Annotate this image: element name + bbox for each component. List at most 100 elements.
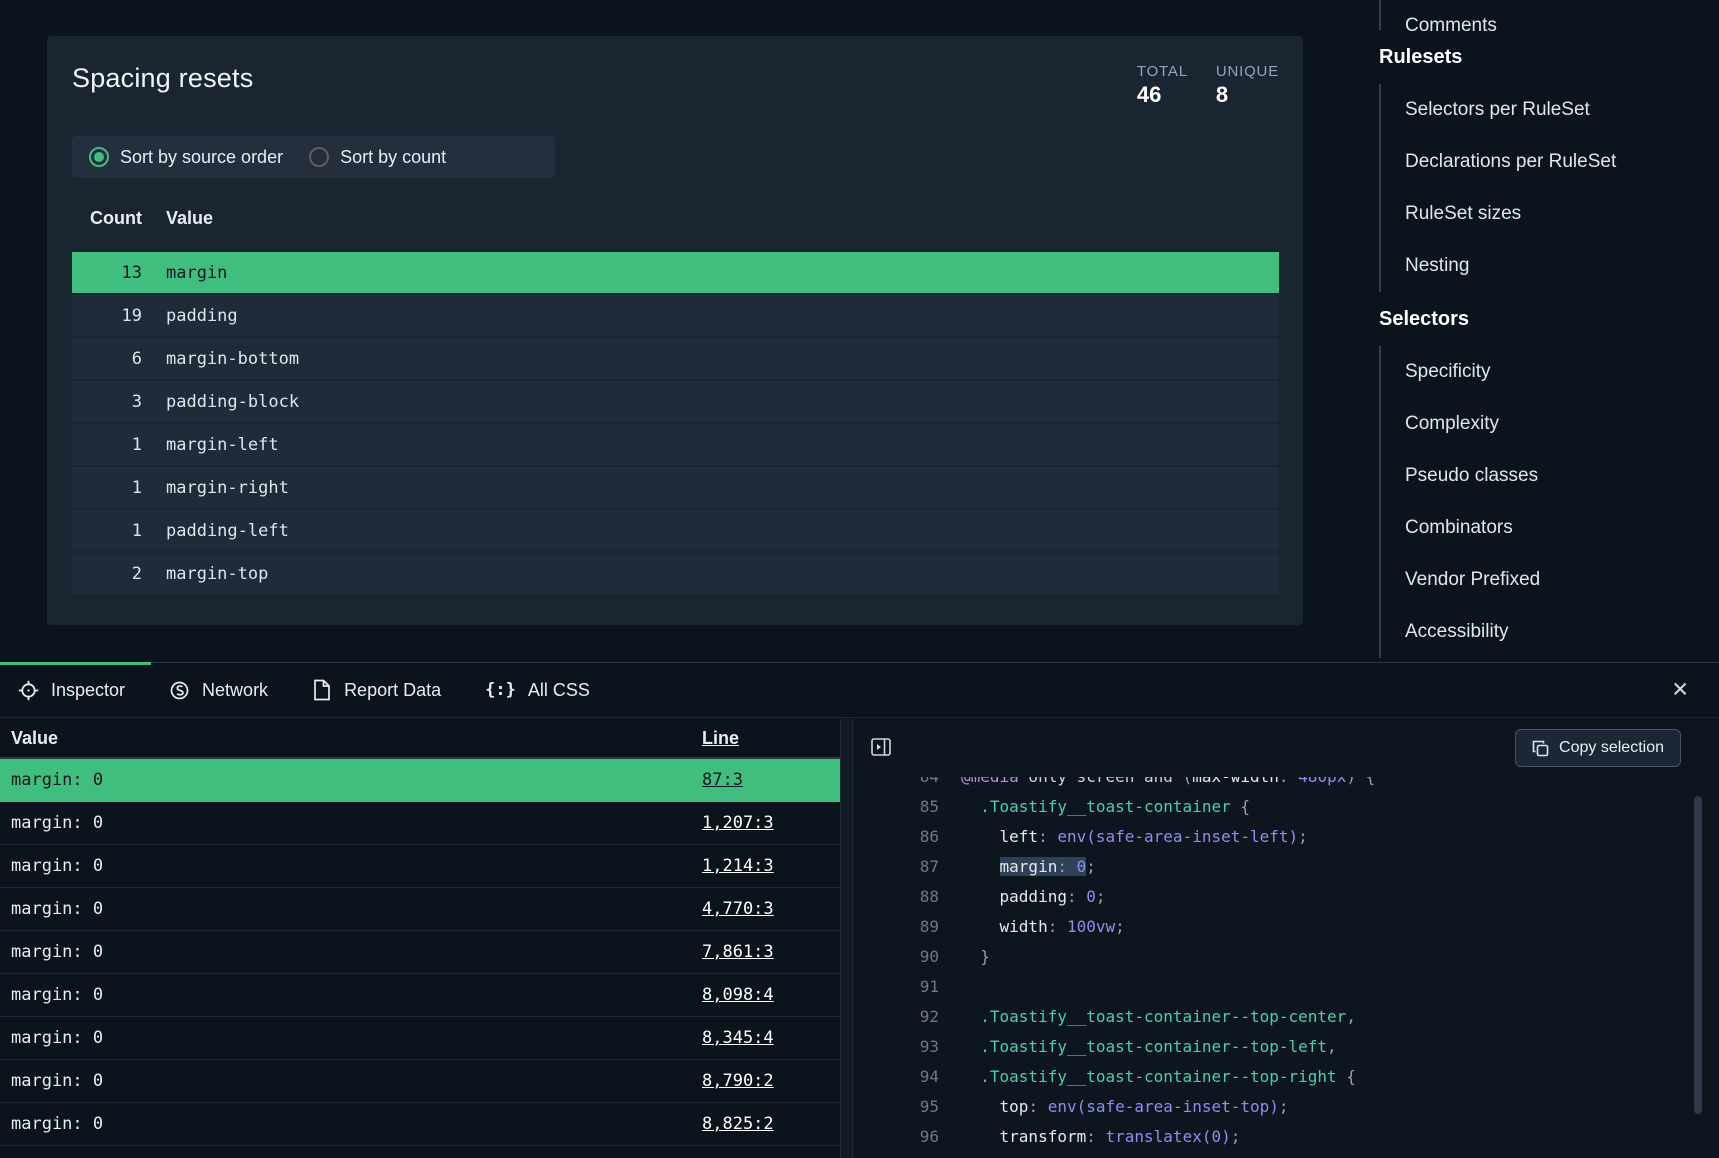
line-link[interactable]: 87:3 [702,770,840,790]
code-line: 90 } [853,942,1719,972]
declaration-row[interactable]: margin: 08,345:4 [0,1017,840,1060]
value-column-header: Value [0,728,702,749]
line-number: 95 [853,1092,939,1122]
declaration-row[interactable]: margin: 087:3 [0,759,840,802]
sidebar-item-nesting[interactable]: Nesting [1405,240,1719,292]
spacing-table-row[interactable]: 6margin-bottom [72,338,1279,379]
sidebar-item-pseudo-classes[interactable]: Pseudo classes [1405,450,1719,502]
declaration-row[interactable]: margin: 04,770:3 [0,888,840,931]
code-line: 84@media only screen and (max-width: 480… [853,777,1719,792]
tab-label: All CSS [528,680,590,701]
spacing-table-row[interactable]: 3padding-block [72,381,1279,422]
code-text: .Toastify__toast-container--top-center, [961,1002,1356,1032]
line-number: 93 [853,1032,939,1062]
value-column-header: Value [166,208,213,228]
declarations-table-header: Value Line [0,719,840,759]
sidebar-item-combinators[interactable]: Combinators [1405,502,1719,554]
crosshair-icon [18,680,39,701]
spacing-table-row[interactable]: 2margin-top [72,553,1279,594]
line-link[interactable]: 7,861:3 [702,942,840,962]
stat-unique-label: UNIQUE [1216,63,1279,80]
tab-all-css[interactable]: {:} All CSS [467,663,616,717]
declaration-value: margin: 0 [0,1028,702,1048]
sort-by-source-order-radio[interactable]: Sort by source order [89,147,283,168]
sidebar-nav: Comments RulesetsSelectors per RuleSetDe… [1379,0,1719,658]
line-link[interactable]: 8,790:2 [702,1071,840,1091]
sidebar-item-ruleset-sizes[interactable]: RuleSet sizes [1405,188,1719,240]
panel-toggle-icon [870,736,892,758]
sidebar-heading-rulesets: Rulesets [1379,44,1719,70]
line-number: 85 [853,792,939,822]
code-text: padding: 0; [961,882,1106,912]
copy-selection-button[interactable]: Copy selection [1515,729,1681,767]
sidebar-group: SpecificityComplexityPseudo classesCombi… [1379,346,1719,658]
spacing-row-count: 1 [72,478,142,498]
spacing-table-row[interactable]: 1margin-left [72,424,1279,465]
spacing-table-row[interactable]: 1padding-left [72,510,1279,551]
spacing-table-row[interactable]: 1margin-right [72,467,1279,508]
panel-tabbar: InspectorNetworkReport Data {:} All CSS ✕ [0,663,1719,718]
declaration-row[interactable]: margin: 08,790:2 [0,1060,840,1103]
tab-report-data[interactable]: Report Data [294,663,467,717]
tab-network[interactable]: Network [151,663,294,717]
code-line: 89 width: 100vw; [853,912,1719,942]
code-line: 95 top: env(safe-area-inset-top); [853,1092,1719,1122]
declaration-value: margin: 0 [0,942,702,962]
declarations-rows: margin: 087:3margin: 01,207:3margin: 01,… [0,759,840,1146]
line-link[interactable]: 8,098:4 [702,985,840,1005]
panel-toggle-button[interactable] [867,734,895,762]
sidebar-item-selectors-per-ruleset[interactable]: Selectors per RuleSet [1405,84,1719,136]
line-link[interactable]: 1,214:3 [702,856,840,876]
spacing-table-header: Count Value [72,208,1279,252]
spacing-row-count: 13 [72,263,142,283]
sidebar-item-specificity[interactable]: Specificity [1405,346,1719,398]
declaration-row[interactable]: margin: 07,861:3 [0,931,840,974]
declaration-row[interactable]: margin: 01,214:3 [0,845,840,888]
code-text: top: env(safe-area-inset-top); [961,1092,1289,1122]
sidebar-item-complexity[interactable]: Complexity [1405,398,1719,450]
line-link[interactable]: 1,207:3 [702,813,840,833]
code-text: .Toastify__toast-container { [961,792,1250,822]
line-number: 88 [853,882,939,912]
code-lines: 84@media only screen and (max-width: 480… [853,777,1719,1152]
panel-body: Value Line margin: 087:3margin: 01,207:3… [0,719,1719,1158]
spacing-table-row[interactable]: 13margin [72,252,1279,293]
sort-options-group: Sort by source order Sort by count [72,136,555,178]
card-title: Spacing resets [72,63,253,94]
declaration-row[interactable]: margin: 08,825:2 [0,1103,840,1146]
sidebar-heading-selectors: Selectors [1379,306,1719,332]
code-line: 86 left: env(safe-area-inset-left); [853,822,1719,852]
sort-by-count-radio[interactable]: Sort by count [309,147,446,168]
sidebar-item-vendor-prefixed[interactable]: Vendor Prefixed [1405,554,1719,606]
declaration-row[interactable]: margin: 01,207:3 [0,802,840,845]
sidebar-item-accessibility[interactable]: Accessibility [1405,606,1719,658]
sidebar-group: Selectors per RuleSetDeclarations per Ru… [1379,84,1719,292]
close-panel-button[interactable]: ✕ [1667,674,1693,707]
code-toolbar: Copy selection [853,719,1719,777]
braces-icon: {:} [485,680,516,700]
panel-resize-divider[interactable] [840,719,853,1158]
spacing-row-count: 6 [72,349,142,369]
tab-inspector[interactable]: Inspector [0,663,151,717]
sidebar-item-declarations-per-ruleset[interactable]: Declarations per RuleSet [1405,136,1719,188]
close-icon: ✕ [1671,679,1689,702]
copy-icon [1532,740,1549,757]
card-stats: TOTAL 46 UNIQUE 8 [1137,63,1279,108]
line-number: 92 [853,1002,939,1032]
code-scroll-area[interactable]: 84@media only screen and (max-width: 480… [853,777,1719,1158]
line-link[interactable]: 4,770:3 [702,899,840,919]
line-number: 89 [853,912,939,942]
line-column-header[interactable]: Line [702,728,840,749]
spacing-table-row[interactable]: 19padding [72,295,1279,336]
declaration-value: margin: 0 [0,856,702,876]
code-scrollbar-thumb[interactable] [1694,796,1702,1114]
line-link[interactable]: 8,345:4 [702,1028,840,1048]
spacing-row-value: margin-top [166,564,268,584]
declaration-row[interactable]: margin: 08,098:4 [0,974,840,1017]
card-header: Spacing resets TOTAL 46 UNIQUE 8 [47,36,1303,108]
code-line: 92 .Toastify__toast-container--top-cente… [853,1002,1719,1032]
stat-total: TOTAL 46 [1137,63,1188,108]
spacing-table-rows: 13margin19padding6margin-bottom3padding-… [72,252,1279,594]
line-number: 96 [853,1122,939,1152]
line-link[interactable]: 8,825:2 [702,1114,840,1134]
